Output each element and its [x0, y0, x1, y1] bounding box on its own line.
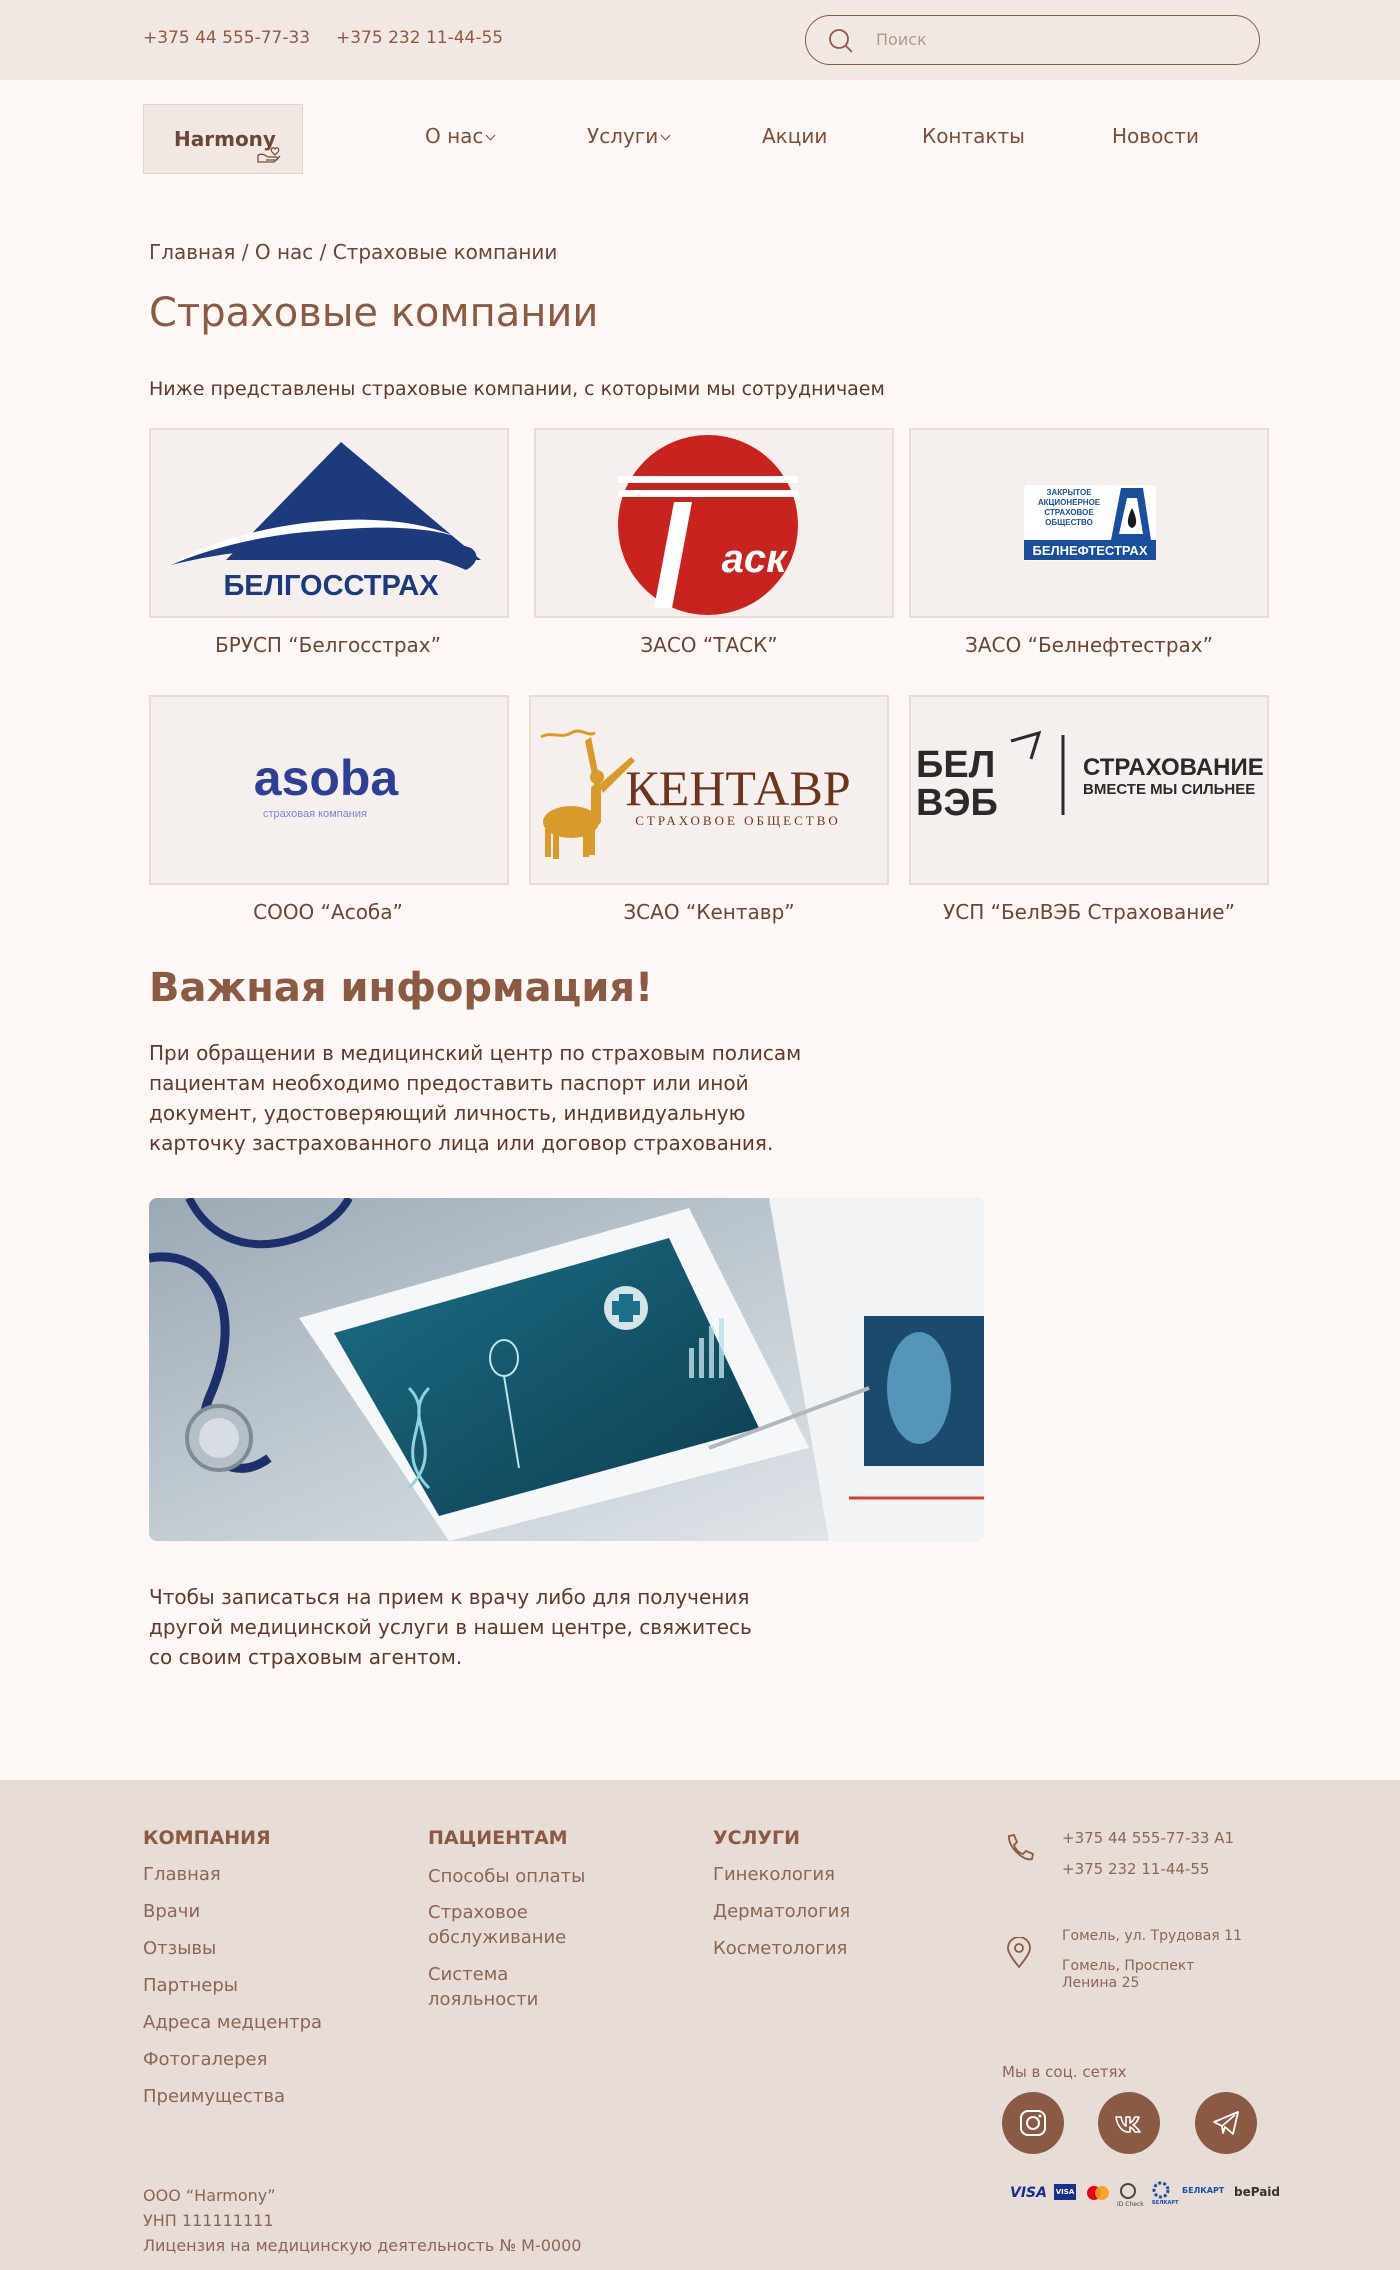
svg-text:ЗАКРЫТОЕ: ЗАКРЫТОЕ: [1046, 488, 1092, 497]
company-card-task[interactable]: аск: [534, 428, 894, 618]
intro-text: Ниже представлены страховые компании, с …: [149, 378, 885, 400]
company-card-kentavr[interactable]: КЕНТАВР СТРАХОВОЕ ОБЩЕСТВО: [529, 695, 889, 885]
bepaid-logo: bePaid: [1234, 2185, 1281, 2199]
search-box[interactable]: [805, 15, 1260, 65]
visa-secure-logo: VISA: [1054, 2184, 1076, 2200]
footer-link[interactable]: Способы оплаты: [428, 1864, 585, 1889]
important-heading: Важная информация!: [149, 965, 654, 1011]
footer-phone-1[interactable]: +375 44 555-77-33 А1: [1062, 1829, 1234, 1847]
company-card-belneftestrakh[interactable]: ЗАКРЫТОЕ АКЦИОНЕРНОЕ СТРАХОВОЕ ОБЩЕСТВО …: [909, 428, 1269, 618]
header-phone-2[interactable]: +375 232 11-44-55: [336, 28, 503, 48]
svg-text:СТРАХОВАНИЕ: СТРАХОВАНИЕ: [1083, 754, 1264, 781]
id-check-logo: [1120, 2183, 1136, 2199]
company-card-belveb[interactable]: БЕЛ ВЭБ СТРАХОВАНИЕ ВМЕСТЕ МЫ СИЛЬНЕЕ: [909, 695, 1269, 885]
footer-company-title: КОМПАНИЯ: [143, 1827, 271, 1849]
belkart-logo: БЕЛКАРТ: [1182, 2186, 1225, 2195]
footer-patients-title: ПАЦИЕНТАМ: [428, 1827, 568, 1849]
nav-about[interactable]: О нас: [425, 124, 496, 148]
company-label-asoba[interactable]: СООО “Асоба”: [138, 900, 518, 924]
page-title: Страховые компании: [149, 290, 599, 336]
svg-text:АКЦИОНЕРНОЕ: АКЦИОНЕРНОЕ: [1038, 498, 1101, 507]
belneftestrakh-logo-text: БЕЛНЕФТЕСТРАХ: [1032, 543, 1147, 558]
footer-address-2: Гомель, Проспект Ленина 25: [1062, 1958, 1195, 1991]
legal-info: ООО “Harmony” УНП 111111111 Лицензия на …: [143, 2186, 582, 2255]
company-label-task[interactable]: ЗАСО “ТАСК”: [519, 633, 899, 657]
company-label-belveb[interactable]: УСП “БелВЭБ Страхование”: [899, 900, 1279, 924]
nav-contacts[interactable]: Контакты: [922, 124, 1025, 148]
kentavr-logo: КЕНТАВР СТРАХОВОЕ ОБЩЕСТВО: [540, 729, 851, 859]
vk-icon: [1115, 2116, 1141, 2133]
svg-text:БЕЛ: БЕЛ: [916, 744, 995, 786]
footer-link[interactable]: Косметология: [713, 1938, 847, 1959]
svg-text:страховая компания: страховая компания: [263, 808, 367, 820]
company-label-kentavr[interactable]: ЗСАО “Кентавр”: [519, 900, 899, 924]
svg-text:ВМЕСТЕ МЫ СИЛЬНЕЕ: ВМЕСТЕ МЫ СИЛЬНЕЕ: [1083, 781, 1255, 798]
chevron-down-icon: [660, 130, 671, 141]
nav-news[interactable]: Новости: [1112, 124, 1199, 148]
footer-link[interactable]: Страховое обслуживание: [428, 1900, 566, 1950]
outro-text: Чтобы записаться на прием к врачу либо д…: [149, 1585, 752, 1669]
belveb-logo: БЕЛ ВЭБ СТРАХОВАНИЕ ВМЕСТЕ МЫ СИЛЬНЕЕ: [916, 730, 1264, 824]
footer-phone-2[interactable]: +375 232 11-44-55: [1062, 1860, 1209, 1878]
social-title: Мы в соц. сетях: [1002, 2063, 1127, 2081]
kentavr-logo-text: КЕНТАВР: [625, 760, 850, 816]
nav-promotions[interactable]: Акции: [762, 124, 827, 148]
belgosstrakh-logo: БЕЛГОССТРАХ: [171, 442, 481, 602]
instagram-button[interactable]: [1002, 2092, 1064, 2154]
footer-services-title: УСЛУГИ: [713, 1827, 801, 1849]
footer-link[interactable]: Партнеры: [143, 1975, 238, 1996]
hand-heart-icon: [257, 147, 281, 163]
medical-tablet-image: [149, 1198, 984, 1541]
company-card-asoba[interactable]: asoba страховая компания: [149, 695, 509, 885]
footer-link[interactable]: Преимущества: [143, 2086, 285, 2107]
visa-logo: VISA: [1010, 2185, 1047, 2201]
footer-link[interactable]: Фотогалерея: [143, 2049, 267, 2070]
footer-link[interactable]: Дерматология: [713, 1901, 850, 1922]
header-phone-1[interactable]: +375 44 555-77-33: [143, 28, 310, 48]
footer-address-1: Гомель, ул. Трудовая 11: [1062, 1928, 1242, 1944]
chevron-down-icon: [485, 130, 496, 141]
belgosstrakh-logo-text: БЕЛГОССТРАХ: [223, 570, 439, 602]
breadcrumb[interactable]: Главная / О нас / Страховые компании: [149, 240, 557, 264]
logo[interactable]: Harmony: [143, 104, 303, 174]
instagram-icon: [1020, 2110, 1046, 2136]
belneftestrakh-logo: ЗАКРЫТОЕ АКЦИОНЕРНОЕ СТРАХОВОЕ ОБЩЕСТВО …: [1024, 485, 1156, 561]
asoba-logo: asoba страховая компания: [254, 750, 400, 820]
footer-link[interactable]: Врачи: [143, 1901, 200, 1922]
location-pin-icon: [1007, 1937, 1031, 1969]
search-input[interactable]: [876, 30, 1236, 49]
top-bar: +375 44 555-77-33 +375 232 11-44-55: [0, 0, 1400, 80]
nav-services[interactable]: Услуги: [587, 124, 671, 148]
vk-button[interactable]: [1098, 2092, 1160, 2154]
asoba-logo-text: asoba: [254, 750, 400, 806]
mastercard-logo: [1087, 2186, 1109, 2200]
telegram-button[interactable]: [1195, 2092, 1257, 2154]
company-label-belgosstrakh[interactable]: БРУСП “Белгосстрах”: [138, 633, 518, 657]
important-text: При обращении в медицинский центр по стр…: [149, 1041, 802, 1155]
footer-link[interactable]: Адреса медцентра: [143, 2012, 322, 2033]
telegram-icon: [1213, 2111, 1239, 2135]
task-logo: аск: [618, 435, 798, 615]
footer-link[interactable]: Отзывы: [143, 1938, 216, 1959]
company-card-belgosstrakh[interactable]: БЕЛГОССТРАХ: [149, 428, 509, 618]
svg-text:аск: аск: [722, 537, 788, 581]
svg-text:ВЭБ: ВЭБ: [916, 782, 998, 824]
svg-text:ОБЩЕСТВО: ОБЩЕСТВО: [1045, 518, 1093, 527]
svg-text:СТРАХОВОЕ: СТРАХОВОЕ: [1044, 508, 1094, 517]
footer-link[interactable]: Система лояльности: [428, 1962, 538, 2012]
phone-icon: [1008, 1833, 1035, 1861]
footer-link[interactable]: Гинекология: [713, 1864, 835, 1885]
svg-text:СТРАХОВОЕ ОБЩЕСТВО: СТРАХОВОЕ ОБЩЕСТВО: [635, 813, 841, 828]
belkart-emblem-logo: [1152, 2181, 1170, 2199]
footer-link[interactable]: Главная: [143, 1864, 221, 1885]
company-label-belneftestrakh[interactable]: ЗАСО “Белнефтестрах”: [899, 633, 1279, 657]
search-icon[interactable]: [828, 28, 854, 54]
